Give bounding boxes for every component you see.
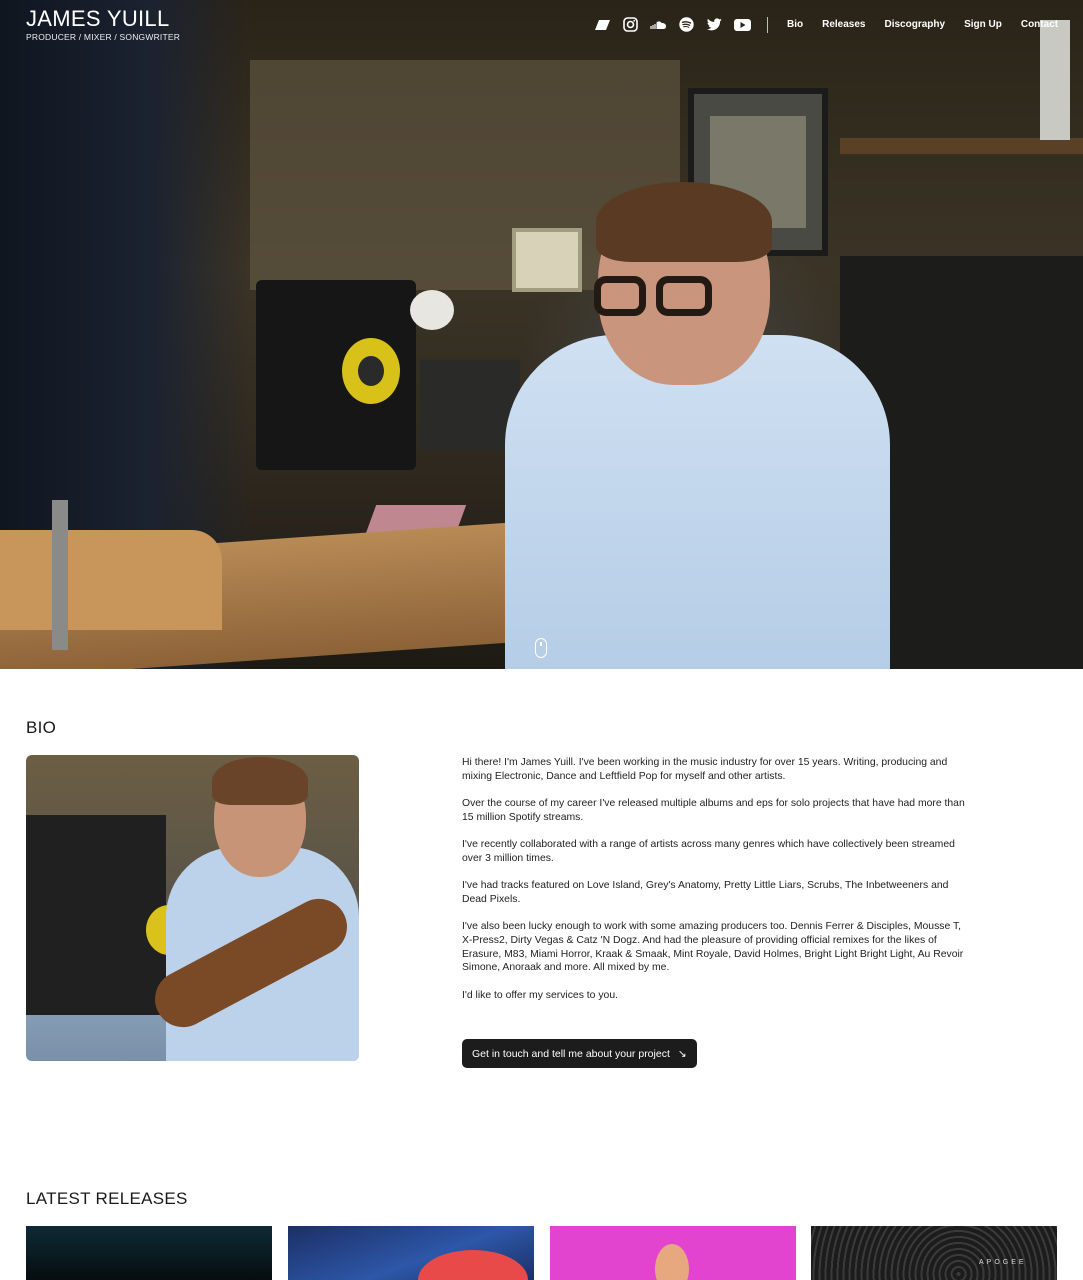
nav-releases[interactable]: Releases <box>822 19 865 30</box>
scroll-down-mouse-icon[interactable] <box>535 638 547 658</box>
bandcamp-icon[interactable] <box>594 16 611 33</box>
twitter-icon[interactable] <box>706 16 723 33</box>
release-card[interactable] <box>550 1226 796 1280</box>
spotify-icon[interactable] <box>678 16 695 33</box>
bio-paragraph: I've also been lucky enough to work with… <box>462 921 964 974</box>
bio-paragraph: I'd like to offer my services to you. <box>462 989 618 1001</box>
instagram-icon[interactable] <box>622 16 639 33</box>
main-nav: Bio Releases Discography Sign Up Contact <box>787 19 1058 30</box>
bio-paragraph: Over the course of my career I've releas… <box>462 798 965 823</box>
bio-photo <box>26 755 359 1061</box>
bio-text: Hi there! I'm James Yuill. I've been wor… <box>462 756 967 1016</box>
latest-releases-heading: LATEST RELEASES <box>26 1189 188 1208</box>
release-card[interactable] <box>288 1226 534 1280</box>
bio-paragraph: I've had tracks featured on Love Island,… <box>462 880 949 905</box>
soundcloud-icon[interactable] <box>650 16 667 33</box>
brand-tagline: PRODUCER / MIXER / SONGWRITER <box>26 32 181 42</box>
nav-sign-up[interactable]: Sign Up <box>964 19 1002 30</box>
cta-label: Get in touch and tell me about your proj… <box>472 1047 670 1060</box>
bio-paragraph: Hi there! I'm James Yuill. I've been wor… <box>462 757 948 782</box>
bio-paragraph: I've recently collaborated with a range … <box>462 839 955 864</box>
nav-discography[interactable]: Discography <box>884 19 945 30</box>
hero-image <box>0 0 1083 669</box>
arrow-down-right-icon: ↘ <box>677 1047 687 1060</box>
social-links <box>594 16 751 33</box>
header-divider <box>767 17 768 33</box>
nav-bio[interactable]: Bio <box>787 19 803 30</box>
release-card[interactable]: APOGEE <box>811 1226 1057 1280</box>
release-card[interactable] <box>26 1226 272 1280</box>
bio-heading: BIO <box>26 718 57 737</box>
site-header: JAMES YUILL PRODUCER / MIXER / SONGWRITE… <box>0 0 1083 50</box>
nav-contact[interactable]: Contact <box>1021 19 1058 30</box>
brand-name: JAMES YUILL <box>26 6 170 31</box>
youtube-icon[interactable] <box>734 16 751 33</box>
release-card-label: APOGEE <box>979 1259 1027 1266</box>
brand-logo[interactable]: JAMES YUILL PRODUCER / MIXER / SONGWRITE… <box>26 6 181 43</box>
contact-cta-button[interactable]: Get in touch and tell me about your proj… <box>462 1039 697 1068</box>
